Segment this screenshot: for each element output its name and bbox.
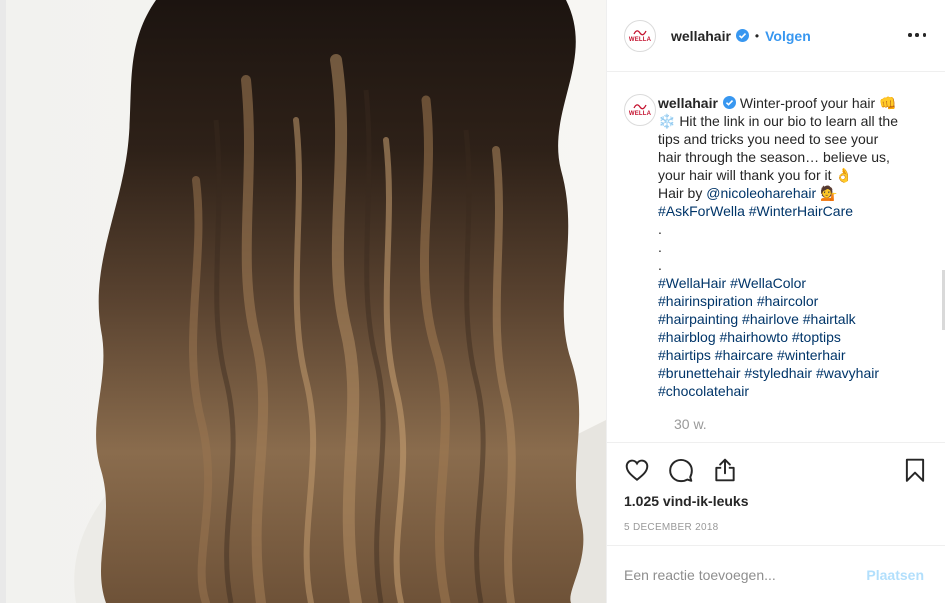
comment-bubble-icon[interactable]: [668, 457, 694, 483]
caption-line-2: tips and tricks you need to see your: [658, 131, 879, 147]
comment-input[interactable]: [624, 566, 844, 583]
caption-avatar[interactable]: WELLA: [624, 94, 656, 126]
post-image[interactable]: [6, 0, 606, 603]
wella-logo: WELLA: [627, 23, 653, 49]
caption-line: wellahair Winter-proof your hair 👊: [658, 94, 914, 112]
hashtag-line[interactable]: #WellaHair #WellaColor: [658, 274, 914, 292]
more-options-icon[interactable]: [908, 28, 926, 42]
separator-dot: •: [754, 28, 760, 43]
wella-wave-icon: [633, 104, 647, 110]
wella-wave-icon: [633, 29, 647, 35]
action-bar: [607, 442, 945, 496]
verified-badge-icon: [722, 96, 736, 109]
hashtag-line[interactable]: #hairinspiration #haircolor: [658, 292, 914, 310]
avatar-text: WELLA: [628, 111, 652, 117]
caption-line-3: hair through the season… believe us,: [658, 149, 890, 165]
caption-dot: .: [658, 221, 662, 237]
caption-username[interactable]: wellahair: [658, 95, 718, 111]
caption-line-4: your hair will thank you for it 👌: [658, 167, 853, 183]
hair-photo: [6, 0, 606, 603]
post-time[interactable]: 30 w.: [674, 416, 707, 432]
caption-text: wellahair Winter-proof your hair 👊 ❄️ Hi…: [658, 94, 914, 400]
credit-handle-link[interactable]: @nicoleoharehair: [706, 185, 816, 201]
post-date: 5 DECEMBER 2018: [624, 522, 719, 533]
wella-logo: WELLA: [627, 97, 653, 123]
heart-icon[interactable]: [624, 457, 650, 483]
follow-button[interactable]: Volgen: [765, 28, 811, 44]
comments-area[interactable]: WELLA wellahair Winter-proof your hair 👊…: [607, 72, 945, 442]
avatar[interactable]: WELLA: [624, 19, 656, 52]
share-icon[interactable]: [712, 457, 738, 483]
credit-line: Hair by @nicoleoharehair 💁: [658, 184, 914, 202]
caption-dot: .: [658, 257, 662, 273]
hashtag-line[interactable]: #chocolatehair: [658, 382, 914, 400]
caption-line-1: ❄️ Hit the link in our bio to learn all …: [658, 113, 898, 129]
hashtag-line[interactable]: #brunettehair #styledhair #wavyhair: [658, 364, 914, 382]
caption: WELLA wellahair Winter-proof your hair 👊…: [624, 94, 934, 400]
verified-badge-icon: [735, 29, 749, 42]
post-sidebar: WELLA wellahair • Volgen WELLA wellahair…: [606, 0, 945, 603]
hashtag-line[interactable]: #hairblog #hairhowto #toptips: [658, 328, 914, 346]
comment-form: Plaatsen: [607, 545, 945, 603]
like-count[interactable]: 1.025 vind-ik-leuks: [624, 493, 749, 509]
post-comment-button[interactable]: Plaatsen: [866, 567, 924, 583]
hashtag-line[interactable]: #hairpainting #hairlove #hairtalk: [658, 310, 914, 328]
hashtag-line[interactable]: #hairtips #haircare #winterhair: [658, 346, 914, 364]
post-header: WELLA wellahair • Volgen: [607, 0, 945, 72]
header-username[interactable]: wellahair: [671, 28, 731, 44]
avatar-text: WELLA: [628, 36, 652, 43]
caption-line-0: Winter-proof your hair 👊: [739, 95, 897, 111]
bookmark-icon[interactable]: [902, 457, 928, 483]
credit-prefix: Hair by: [658, 185, 707, 201]
caption-dot: .: [658, 239, 662, 255]
hashtag-line[interactable]: #AskForWella #WinterHairCare: [658, 202, 914, 220]
credit-emoji: 💁: [820, 185, 838, 201]
